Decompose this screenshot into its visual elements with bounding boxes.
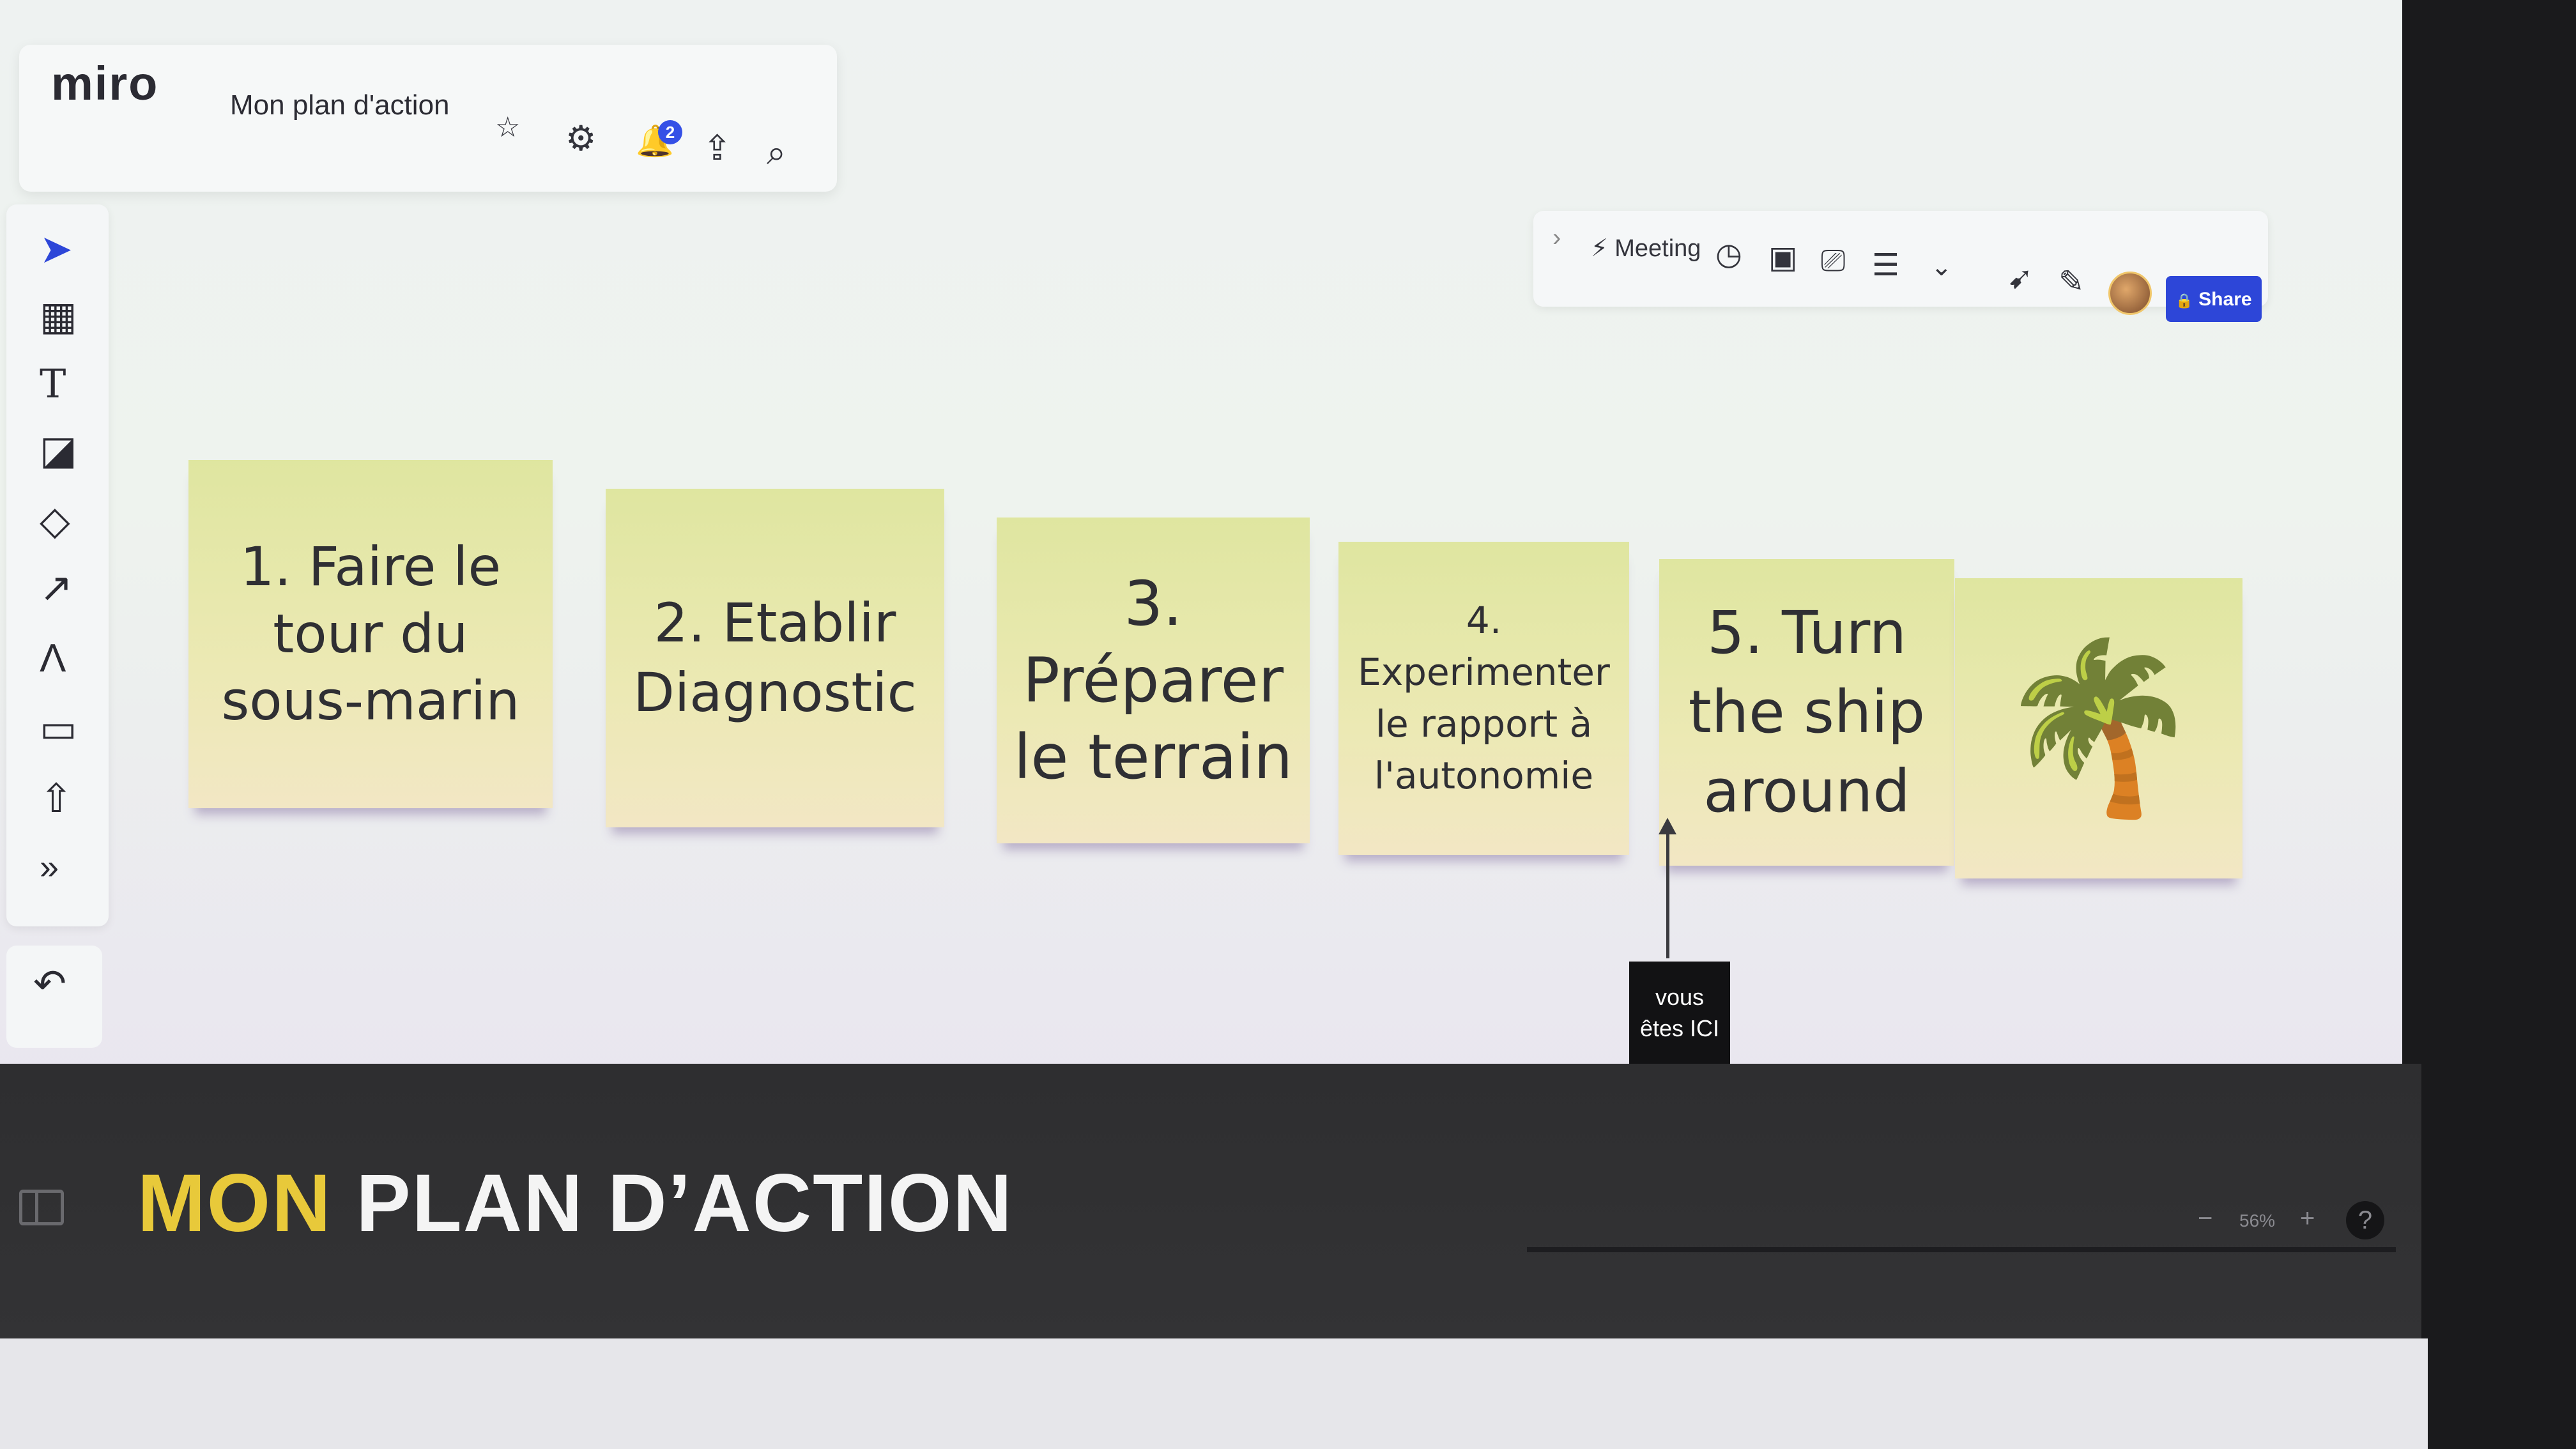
export-icon[interactable]: ⇪ xyxy=(703,131,732,165)
select-icon[interactable]: ➤ xyxy=(40,230,73,270)
lightning-icon: ⚡ xyxy=(1591,235,1608,262)
star-icon[interactable]: ☆ xyxy=(495,114,520,142)
help-icon[interactable]: ? xyxy=(2346,1201,2384,1239)
meeting-label: Meeting xyxy=(1614,235,1701,262)
share-label: Share xyxy=(2198,289,2252,310)
zoom-in-button[interactable]: + xyxy=(2300,1204,2315,1233)
marker-line xyxy=(1666,831,1669,958)
slide-title: MON PLAN D’ACTION xyxy=(137,1156,1013,1250)
timer-icon[interactable]: ◷ xyxy=(1715,240,1742,270)
palm-tree-icon: 🌴 xyxy=(1995,631,2202,824)
title-rest: PLAN D’ACTION xyxy=(356,1158,1013,1249)
board-title[interactable]: Mon plan d'action xyxy=(230,89,450,121)
comment-icon[interactable]: ▭ xyxy=(40,709,77,749)
sticky-text: 2. Etablir Diagnostic xyxy=(633,591,917,724)
zoom-bar xyxy=(1527,1247,2396,1252)
reactions-icon[interactable]: ✎ xyxy=(2058,267,2084,298)
more-tools-icon[interactable]: » xyxy=(40,850,59,884)
text-tool-icon[interactable]: T xyxy=(40,364,66,404)
miro-logo[interactable]: miro xyxy=(51,56,158,111)
search-icon[interactable]: ⌕ xyxy=(767,135,786,170)
zoom-out-button[interactable]: − xyxy=(2198,1204,2212,1233)
sticky-text: 4. Experimenter le rapport à l'autonomie xyxy=(1358,598,1610,798)
upload-icon[interactable]: ⇧ xyxy=(40,779,73,819)
sticky-note-icon[interactable]: ◪ xyxy=(40,431,77,471)
title-highlight: MON xyxy=(137,1158,332,1249)
notification-badge: 2 xyxy=(658,120,682,144)
presentation-icon[interactable]: ⎚ xyxy=(1821,246,1845,277)
more-chevron-icon[interactable]: ⌄ xyxy=(1931,254,1952,280)
sticky-note-step-1[interactable]: 1. Faire le tour du sous-marin xyxy=(188,460,553,808)
gear-icon[interactable]: ⚙ xyxy=(565,121,596,156)
sticky-text: 3. Préparer le terrain xyxy=(1013,568,1293,793)
zoom-level: 56% xyxy=(2239,1211,2276,1230)
user-avatar[interactable] xyxy=(2108,272,2152,315)
pen-icon[interactable]: Λ xyxy=(40,639,66,678)
sticky-text: 1. Faire le tour du sous-marin xyxy=(221,535,520,732)
panels-icon[interactable] xyxy=(19,1190,64,1225)
chevron-right-icon[interactable]: › xyxy=(1552,225,1561,250)
share-button[interactable]: 🔒 Share xyxy=(2166,276,2262,322)
screen-bottom xyxy=(0,1338,2428,1449)
templates-icon[interactable]: ▦ xyxy=(40,297,77,337)
sticky-text: 5. Turn the ship around xyxy=(1688,598,1926,826)
shapes-icon[interactable]: ◇ xyxy=(40,502,70,541)
cursor-filter-icon[interactable]: ➹ xyxy=(2007,263,2033,294)
card-icon[interactable]: ▣ xyxy=(1768,243,1797,273)
connector-arrow-icon[interactable]: ↗ xyxy=(40,569,73,608)
sticky-note-step-2[interactable]: 2. Etablir Diagnostic xyxy=(606,489,944,827)
notes-icon[interactable]: ☰ xyxy=(1872,250,1899,281)
sticky-note-step-4[interactable]: 4. Experimenter le rapport à l'autonomie xyxy=(1338,542,1629,855)
sticky-note-step-3[interactable]: 3. Préparer le terrain xyxy=(997,518,1310,843)
meeting-button[interactable]: ⚡ Meeting xyxy=(1591,234,1701,263)
you-are-here-marker[interactable]: vous êtes ICI xyxy=(1629,962,1730,1065)
sticky-note-palm[interactable]: 🌴 xyxy=(1955,578,2242,878)
undo-icon[interactable]: ↶ xyxy=(33,965,66,1004)
sticky-note-step-5[interactable]: 5. Turn the ship around xyxy=(1659,559,1954,866)
lock-icon: 🔒 xyxy=(2175,293,2193,309)
